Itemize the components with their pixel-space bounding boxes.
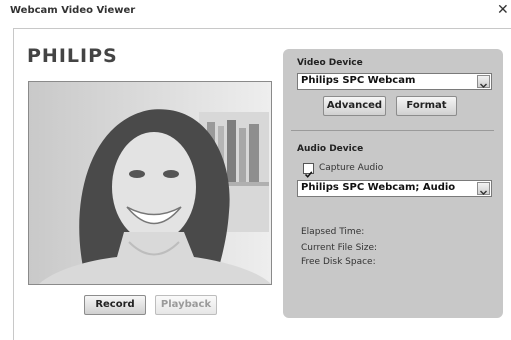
elapsed-time-label: Elapsed Time: [301,227,365,237]
window-title: Webcam Video Viewer [10,5,136,16]
dropdown-arrow-icon[interactable] [477,182,490,195]
free-disk-space-label: Free Disk Space: [301,257,376,267]
advanced-button[interactable]: Advanced [323,96,386,116]
dropdown-arrow-icon[interactable] [477,75,490,88]
audio-device-select[interactable]: Philips SPC Webcam; Audio [297,180,492,197]
record-button[interactable]: Record [84,295,146,315]
video-device-selected-value: Philips SPC Webcam [301,75,416,86]
audio-device-selected-value: Philips SPC Webcam; Audio [301,182,456,193]
video-preview [28,81,272,285]
device-settings-panel: Video Device Philips SPC Webcam Advanced… [283,49,503,318]
main-content: PHILIPS Record Playback Video Device Phi… [13,28,511,340]
current-file-size-label: Current File Size: [301,243,378,253]
video-device-select[interactable]: Philips SPC Webcam [297,73,492,90]
webcam-feed-image [29,82,271,284]
capture-audio-label: Capture Audio [319,163,384,173]
video-device-heading: Video Device [297,58,363,68]
title-bar: Webcam Video Viewer ✕ [0,0,511,22]
close-icon[interactable]: ✕ [497,2,511,18]
checkmark-icon [304,171,313,178]
capture-audio-checkbox[interactable] [303,163,314,178]
section-divider [291,130,494,131]
playback-button[interactable]: Playback [155,295,217,315]
format-button[interactable]: Format [396,96,457,116]
webcam-viewer-window: Webcam Video Viewer ✕ PHILIPS Record Pla… [0,0,511,340]
audio-device-heading: Audio Device [297,144,364,154]
brand-logo: PHILIPS [27,45,118,67]
